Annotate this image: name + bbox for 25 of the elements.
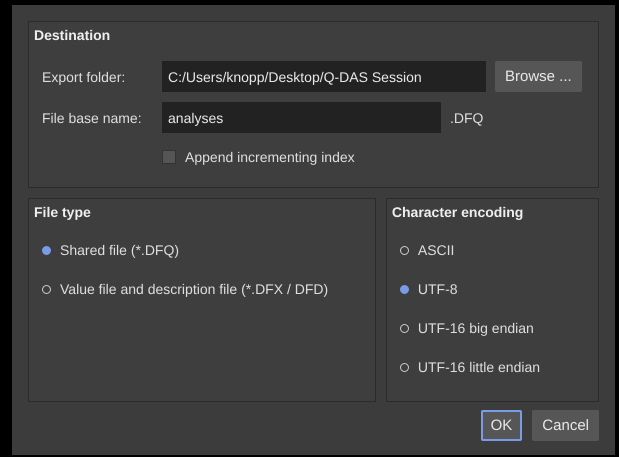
option-label[interactable]: Shared file (*.DFQ)	[60, 242, 180, 258]
option-label[interactable]: UTF-16 big endian	[418, 320, 534, 336]
radio-button[interactable]	[400, 362, 409, 372]
group-title: Destination	[34, 27, 112, 45]
cancel-button[interactable]: Cancel	[532, 410, 599, 441]
radio-button[interactable]	[42, 284, 51, 294]
option-label[interactable]: ASCII	[418, 242, 454, 258]
file-extension: .DFQ	[450, 110, 484, 126]
file-base-name-field[interactable]: analyses	[162, 102, 441, 133]
field-label: Export folder:	[42, 68, 126, 84]
radio-button[interactable]	[400, 284, 409, 294]
group-title: File type	[34, 204, 92, 222]
option-label[interactable]: UTF-16 little endian	[418, 359, 540, 375]
checkbox[interactable]	[162, 150, 176, 164]
radio-button[interactable]	[400, 246, 409, 254]
option-label[interactable]: UTF-8	[418, 281, 458, 297]
radio-button[interactable]	[400, 324, 409, 332]
export-folder-field[interactable]: C:/Users/knopp/Desktop/Q-DAS Session	[162, 61, 486, 92]
group-title: Character encoding	[392, 204, 524, 222]
browse-button[interactable]: Browse ...	[495, 61, 582, 92]
checkbox-label: Append incrementing index	[185, 149, 355, 165]
ok-button[interactable]: OK	[480, 410, 522, 441]
option-label[interactable]: Value file and description file (*.DFX / DFD)	[60, 281, 328, 297]
radio-button[interactable]	[42, 246, 51, 254]
field-label: File base name:	[42, 110, 143, 126]
